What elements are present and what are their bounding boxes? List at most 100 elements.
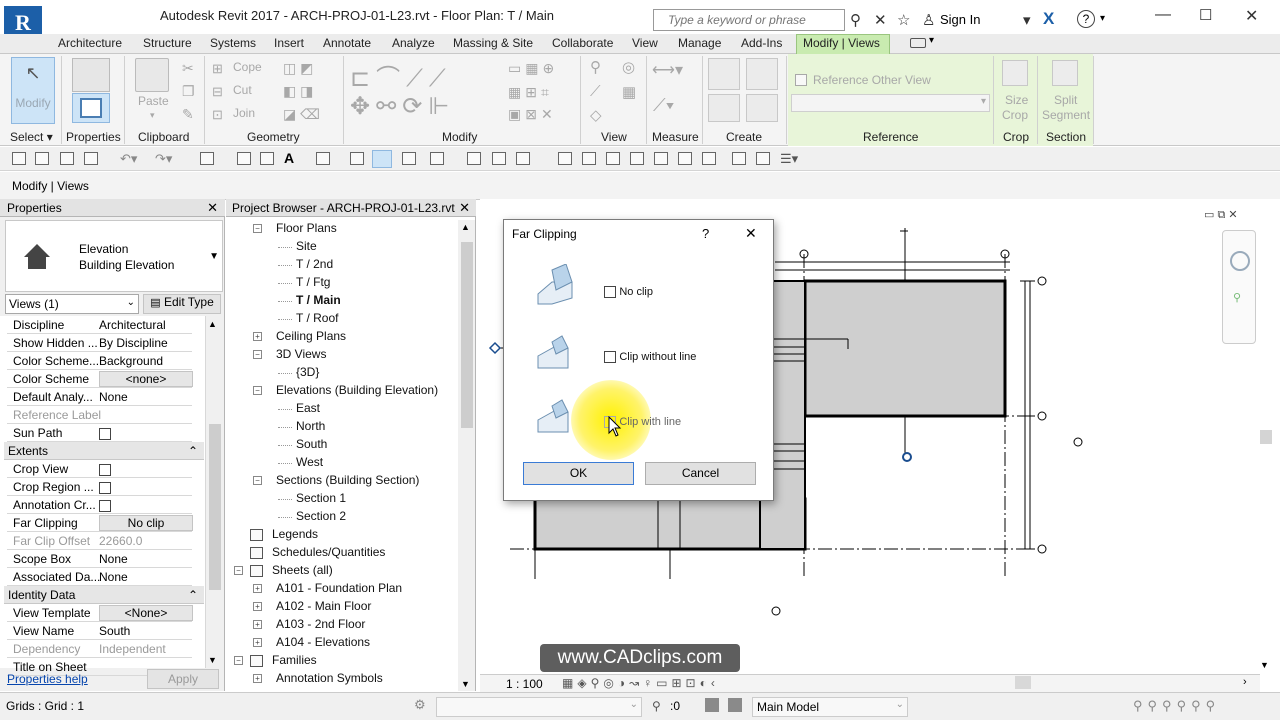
tab-massing-site[interactable]: Massing & Site <box>453 36 533 50</box>
property-row[interactable]: Far Clip Offset 22660.0 <box>7 532 192 550</box>
maximize-icon[interactable]: ☐ <box>1199 6 1212 24</box>
property-value[interactable]: <None> <box>99 605 193 621</box>
search-input[interactable] <box>668 10 844 30</box>
property-row[interactable]: Reference Label <box>7 406 192 424</box>
navigation-bar[interactable]: ⚲ <box>1222 230 1256 344</box>
reference-other-view-checkbox[interactable] <box>795 74 807 86</box>
property-value[interactable]: No clip <box>99 515 193 531</box>
close-hidden-icon[interactable] <box>402 152 416 165</box>
linework-icon[interactable]: ⟋ <box>590 83 601 100</box>
property-row[interactable]: View Name South <box>7 622 192 640</box>
editable-icon[interactable]: ⚲ <box>652 699 661 713</box>
tree-expander-icon[interactable]: − <box>253 350 262 359</box>
split-face-icon[interactable]: ◧ ◨ <box>283 83 313 100</box>
browser-item[interactable]: Section 2 <box>296 509 346 523</box>
sync-icon[interactable] <box>84 152 98 165</box>
property-row[interactable]: Associated Da... None <box>7 568 192 586</box>
section-icon[interactable] <box>350 152 364 165</box>
beam-icon[interactable] <box>654 152 668 165</box>
browser-item[interactable]: T / Roof <box>296 311 338 325</box>
property-value[interactable]: Architectural <box>99 316 193 334</box>
modify-button[interactable]: ↖ Modify <box>11 57 55 124</box>
browser-item[interactable]: Legends <box>272 527 318 541</box>
browser-item[interactable]: Sections (Building Section) <box>276 473 419 487</box>
tree-expander-icon[interactable]: + <box>253 332 262 341</box>
tree-expander-icon[interactable]: − <box>234 656 243 665</box>
property-row[interactable]: Color Scheme... Background <box>7 352 192 370</box>
tree-expander-icon[interactable]: − <box>253 224 262 233</box>
design-options-icon[interactable] <box>705 698 719 712</box>
browser-scrollbar[interactable]: ▲ ▼ <box>458 220 475 691</box>
scroll-down-icon[interactable]: ▼ <box>461 679 470 689</box>
selection-filter-icons[interactable]: ⚲⚲⚲⚲⚲⚲ <box>1133 698 1220 714</box>
wall-joins-icon[interactable]: ◫ ◩ <box>283 60 313 77</box>
browser-item[interactable]: Elevations (Building Elevation) <box>276 383 438 397</box>
property-value[interactable]: None <box>99 550 193 568</box>
text-icon[interactable]: A <box>284 150 294 166</box>
property-row[interactable]: Show Hidden ... By Discipline <box>7 334 192 352</box>
scroll-down-icon[interactable]: ▼ <box>208 655 217 665</box>
array-scale-pin-icons[interactable]: ▭▦⊕ <box>508 60 558 77</box>
tree-expander-icon[interactable]: + <box>253 584 262 593</box>
tab-modify-views[interactable]: Modify | Views <box>803 36 880 50</box>
paint-icon[interactable]: ◪ ⌫ <box>283 106 320 123</box>
view-filter-icon[interactable]: ▦ <box>622 83 636 101</box>
properties-scrollbar[interactable]: ▲ ▼ <box>205 316 223 668</box>
tree-expander-icon[interactable]: − <box>253 476 262 485</box>
thin-lines-icon[interactable] <box>372 150 392 168</box>
switch-windows-icon[interactable] <box>430 152 444 165</box>
tab-systems[interactable]: Systems <box>210 36 256 50</box>
properties-help-link[interactable]: Properties help <box>7 672 88 686</box>
tree-expander-icon[interactable]: − <box>253 386 262 395</box>
create-similar-icon[interactable] <box>708 58 740 90</box>
unpin-icons[interactable]: ▦⊞⌗ <box>508 84 553 101</box>
dimension-qat-icon[interactable] <box>260 152 274 165</box>
minimize-icon[interactable]: — <box>1155 6 1171 24</box>
floor-icon[interactable] <box>678 152 692 165</box>
hide-element-icon[interactable]: ⚲ <box>590 58 601 76</box>
close-icon[interactable]: ✕ <box>1245 6 1258 26</box>
panel-toggle-dropdown-icon[interactable]: ▾ <box>929 35 934 46</box>
property-checkbox[interactable] <box>99 463 111 476</box>
tab-analyze[interactable]: Analyze <box>392 36 435 50</box>
browser-item[interactable]: T / Main <box>296 293 341 307</box>
help-dropdown-icon[interactable]: ▾ <box>1100 13 1105 24</box>
paste-icon[interactable] <box>135 58 169 92</box>
measure-icon[interactable]: ⟷▾ <box>652 60 683 80</box>
design-option-dropdown[interactable]: Main Model ⌄ <box>752 697 908 717</box>
browser-item[interactable]: Section 1 <box>296 491 346 505</box>
create-group-icon[interactable] <box>746 58 778 90</box>
property-row[interactable]: Color Scheme <none> <box>7 370 193 388</box>
qat-customize-icon[interactable]: ☰▾ <box>780 151 798 167</box>
level-icon[interactable] <box>582 152 596 165</box>
property-row[interactable]: Scope Box None <box>7 550 192 568</box>
browser-item[interactable]: Annotation Symbols <box>276 671 383 685</box>
save-icon[interactable] <box>60 152 74 165</box>
property-value[interactable]: South <box>99 622 193 640</box>
close-icon[interactable]: ✕ <box>207 199 218 217</box>
canvas-vertical-scroll-thumb[interactable] <box>1260 430 1272 444</box>
cancel-button[interactable]: Cancel <box>645 462 756 485</box>
browser-item[interactable]: Ceiling Plans <box>276 329 346 343</box>
join-icon[interactable]: ⊡ <box>212 107 223 123</box>
folder-icon[interactable] <box>35 152 49 165</box>
property-row[interactable]: Far Clipping No clip <box>7 514 193 532</box>
default-3d-icon[interactable] <box>467 152 481 165</box>
property-row[interactable]: Crop View <box>7 460 192 478</box>
browser-item[interactable]: Sheets (all) <box>272 563 333 577</box>
dialog-close-button[interactable]: ✕ <box>745 225 757 242</box>
tag-icon[interactable] <box>732 152 746 165</box>
view-control-icons[interactable]: ▦◈⚲◎◑↝♀▭⊞⊡◐‹ <box>562 676 719 690</box>
property-value[interactable] <box>99 496 193 514</box>
grid-icon[interactable] <box>558 152 572 165</box>
no-clip-checkbox[interactable] <box>604 285 616 298</box>
redo-icon[interactable]: ↷▾ <box>155 151 172 167</box>
tree-expander-icon[interactable]: − <box>234 566 243 575</box>
scroll-up-icon[interactable]: ▲ <box>208 319 217 329</box>
browser-item[interactable]: {3D} <box>296 365 319 379</box>
tab-collaborate[interactable]: Collaborate <box>552 36 613 50</box>
property-value[interactable] <box>99 424 193 442</box>
property-row[interactable]: Default Analy... None <box>7 388 192 406</box>
browser-item[interactable]: Floor Plans <box>276 221 337 235</box>
view-scale[interactable]: 1 : 100 <box>506 677 543 691</box>
